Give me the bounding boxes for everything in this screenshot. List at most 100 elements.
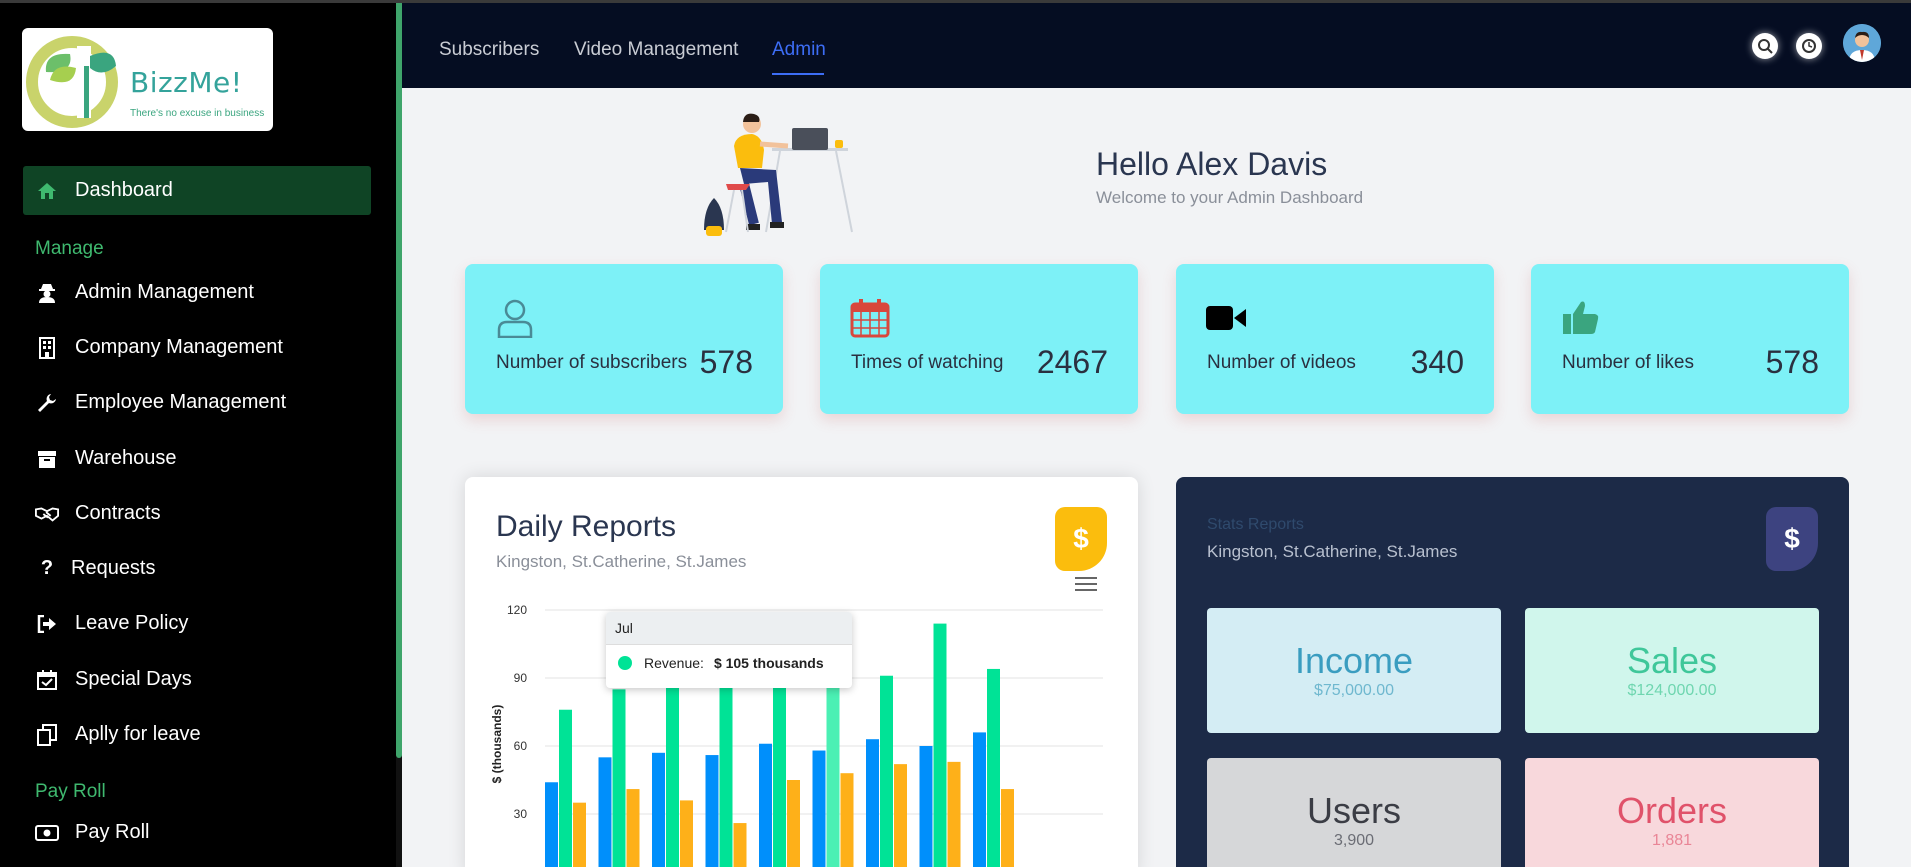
desk-illustration: [704, 113, 853, 236]
logo-tagline: There's no excuse in business: [130, 108, 265, 119]
archive-icon: [35, 447, 59, 471]
user-avatar[interactable]: [1843, 24, 1881, 62]
sidebar-item-label: Contracts: [75, 502, 161, 524]
stat-value: 578: [699, 344, 753, 380]
chart-bar[interactable]: [840, 773, 854, 867]
chart-bar[interactable]: [545, 782, 558, 867]
orders-tile[interactable]: Orders 1,881: [1525, 758, 1819, 867]
tile-title: Orders: [1616, 790, 1728, 831]
chart-bar[interactable]: [705, 755, 719, 867]
chart-bar[interactable]: [759, 743, 772, 867]
chart-bar[interactable]: [812, 750, 826, 867]
chart-bar[interactable]: [894, 764, 907, 867]
tooltip-series-name: Revenue:: [644, 655, 704, 671]
chart-bar[interactable]: [680, 800, 693, 867]
tab-admin[interactable]: Admin: [772, 39, 826, 61]
chart-bar[interactable]: [719, 659, 733, 867]
chart-bar[interactable]: [787, 780, 800, 867]
sidebar-item-label: Admin Management: [75, 281, 254, 303]
sidebar-item-requests[interactable]: ? Requests: [23, 544, 371, 593]
sidebar-item-pay-roll[interactable]: Pay Roll: [23, 808, 371, 857]
sidebar-item-contracts[interactable]: Contracts: [23, 489, 371, 538]
income-tile[interactable]: Income $75,000.00: [1207, 608, 1501, 733]
tile-value: 1,881: [1651, 832, 1693, 849]
tile-value: 3,900: [1333, 832, 1375, 849]
top-navbar: Subscribers Video Management Admin: [402, 3, 1911, 88]
chart-bar[interactable]: [626, 789, 640, 867]
stat-card-subscribers[interactable]: Number of subscribers 578: [465, 264, 783, 414]
stat-card-likes[interactable]: Number of likes 578: [1531, 264, 1849, 414]
money-bill-icon: [35, 821, 59, 845]
chart-bar[interactable]: [987, 668, 1000, 867]
clock-icon[interactable]: [1796, 33, 1822, 59]
tile-value: $124,000.00: [1627, 682, 1717, 699]
stat-card-watching[interactable]: Times of watching 2467: [820, 264, 1138, 414]
chart-bar[interactable]: [598, 757, 612, 867]
stats-reports-card: Stats Reports Kingston, St.Catherine, St…: [1176, 477, 1849, 867]
sidebar: BizzMe! There's no excuse in business Da…: [0, 3, 396, 867]
sidebar-item-label: Warehouse: [75, 447, 177, 469]
tile-value: $75,000.00: [1313, 682, 1395, 699]
chart-bar[interactable]: [947, 761, 961, 867]
sidebar-item-apply-for-leave[interactable]: Aplly for leave: [23, 710, 371, 759]
handshake-icon: [35, 502, 59, 526]
dollar-icon: $: [1055, 507, 1107, 571]
wrench-icon: [35, 391, 59, 415]
stat-label: Times of watching: [851, 352, 1004, 373]
tab-video-management[interactable]: Video Management: [574, 39, 738, 61]
y-tick-label: 90: [514, 671, 528, 685]
logo-leaf-icon: [26, 36, 118, 128]
user-icon: [497, 299, 533, 338]
tile-title: Income: [1294, 640, 1414, 681]
chart-bar[interactable]: [880, 675, 893, 867]
sidebar-item-company-management[interactable]: Company Management: [23, 323, 371, 372]
copy-icon: [35, 723, 59, 747]
chart-bar[interactable]: [933, 623, 947, 867]
video-icon: [1206, 306, 1246, 330]
stat-label: Number of subscribers: [496, 352, 688, 373]
sidebar-item-warehouse[interactable]: Warehouse: [23, 434, 371, 483]
chart-bar[interactable]: [733, 823, 747, 867]
logo[interactable]: BizzMe! There's no excuse in business: [22, 28, 273, 131]
sidebar-item-dashboard[interactable]: Dashboard: [23, 166, 371, 215]
chart-bar[interactable]: [1001, 789, 1014, 867]
sidebar-scrollbar-thumb[interactable]: [396, 3, 402, 758]
sidebar-item-label: Employee Management: [75, 391, 287, 413]
sidebar-item-admin-management[interactable]: Admin Management: [23, 268, 371, 317]
calendar-icon: [850, 299, 890, 338]
chart-bar[interactable]: [973, 732, 986, 867]
chart-bar[interactable]: [573, 802, 586, 867]
stat-label: Number of likes: [1562, 352, 1694, 373]
user-secret-icon: [35, 281, 59, 305]
chart-bar[interactable]: [559, 709, 572, 867]
stat-card-videos[interactable]: Number of videos 340: [1176, 264, 1494, 414]
sidebar-item-special-days[interactable]: Special Days: [23, 655, 371, 704]
sales-tile[interactable]: Sales $124,000.00: [1525, 608, 1819, 733]
y-tick-label: 30: [514, 807, 528, 821]
home-icon: [35, 179, 59, 203]
sidebar-item-label: Aplly for leave: [75, 723, 201, 745]
tile-title: Users: [1306, 790, 1401, 831]
dollar-icon: $: [1766, 507, 1818, 571]
active-tab-indicator: [772, 73, 824, 75]
chart-bar[interactable]: [612, 689, 626, 867]
sidebar-item-leave-policy[interactable]: Leave Policy: [23, 599, 371, 648]
sidebar-item-label: Special Days: [75, 668, 192, 690]
chart-bar[interactable]: [652, 752, 665, 867]
chart-bar[interactable]: [919, 746, 933, 867]
sidebar-item-employee-management[interactable]: Employee Management: [23, 378, 371, 427]
stat-value: 578: [1765, 344, 1819, 380]
search-icon[interactable]: [1752, 33, 1778, 59]
stat-value: 2467: [1036, 344, 1108, 380]
stat-label: Number of videos: [1207, 352, 1356, 373]
sidebar-item-label: Requests: [71, 557, 156, 579]
sidebar-item-label: Pay Roll: [75, 821, 150, 843]
users-tile[interactable]: Users 3,900: [1207, 758, 1501, 867]
chart-bar[interactable]: [866, 739, 879, 867]
tile-title: Sales: [1626, 640, 1718, 681]
greeting-title: Hello Alex Davis: [1096, 146, 1328, 182]
chart-bar[interactable]: [773, 684, 786, 867]
thumbs-up-icon: [1563, 301, 1599, 334]
tooltip-series-marker: [618, 656, 632, 670]
tab-subscribers[interactable]: Subscribers: [439, 39, 539, 61]
